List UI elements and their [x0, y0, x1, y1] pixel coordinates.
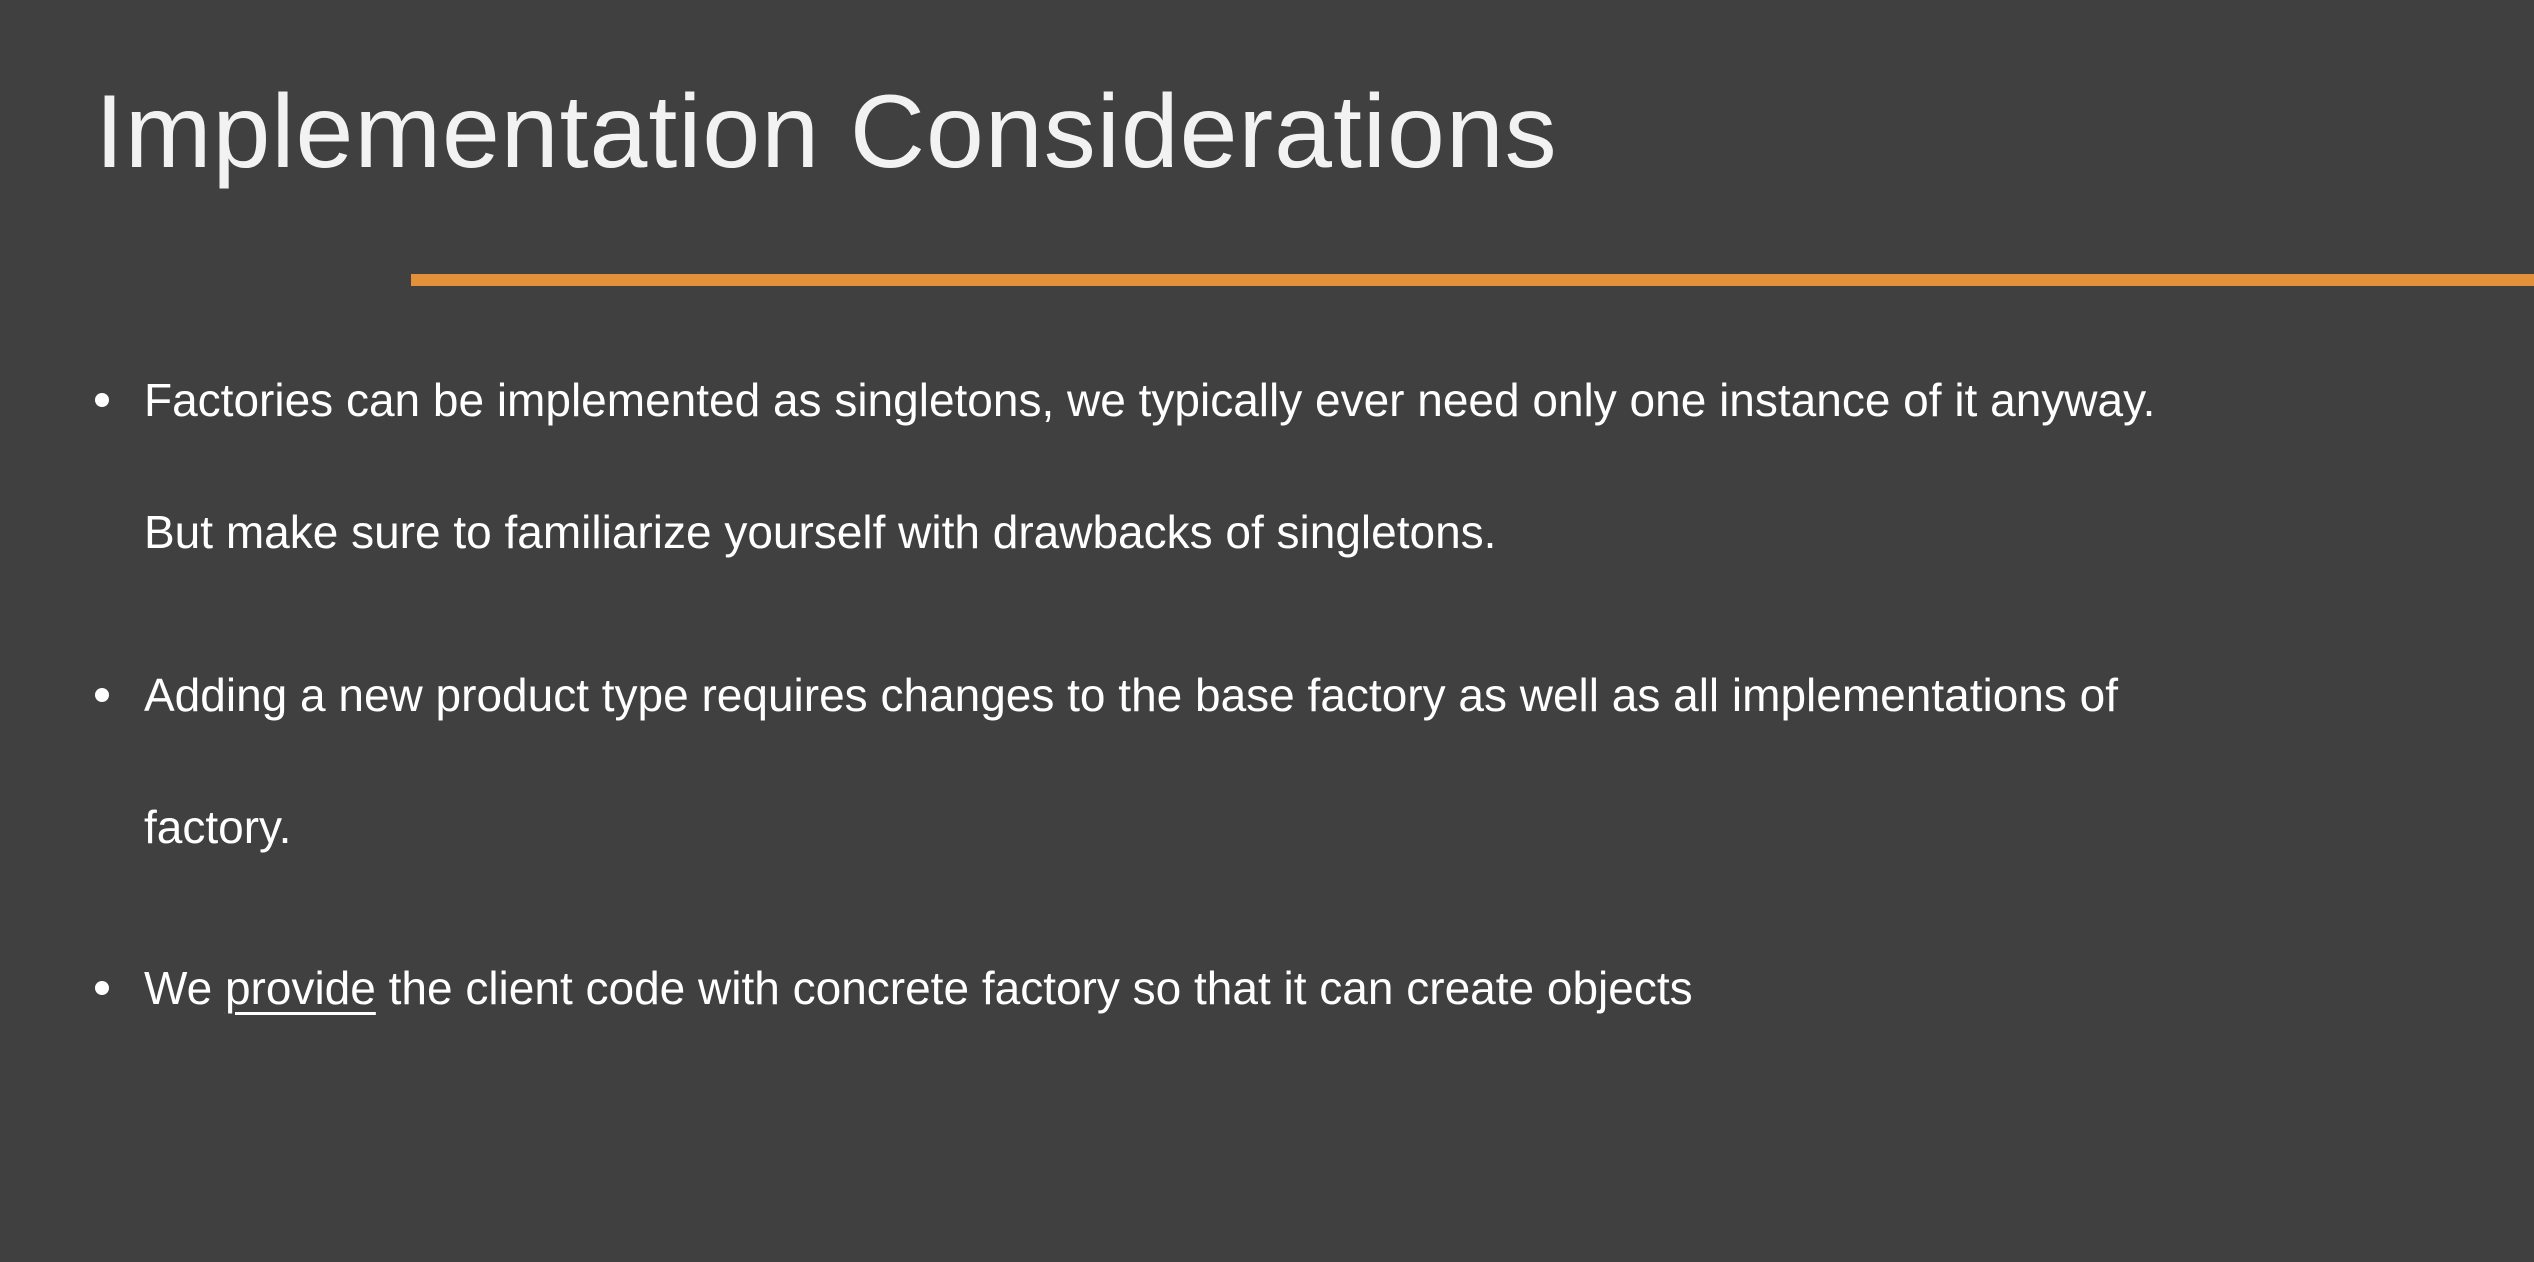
bullet-dot-icon [95, 393, 109, 407]
slide: Implementation Considerations Factories … [0, 0, 2534, 1262]
bullet-line: We provide the client code with concrete… [144, 958, 1693, 1018]
bullet-text-prefix: We [144, 962, 213, 1014]
bullet-line: Adding a new product type requires chang… [144, 669, 2119, 721]
bullet-dot-icon [95, 688, 109, 702]
bullet-line: factory. [144, 801, 292, 853]
slide-title: Implementation Considerations [95, 74, 1558, 190]
bullet-line: But make sure to familiarize yourself wi… [144, 506, 1497, 558]
bullet-text-suffix: the client code with concrete factory so… [388, 962, 1693, 1014]
bullet-line: Factories can be implemented as singleto… [144, 374, 2156, 426]
title-accent-rule [411, 274, 2534, 286]
bullet-dot-icon [95, 981, 109, 995]
provide-link[interactable]: provide [225, 962, 376, 1014]
